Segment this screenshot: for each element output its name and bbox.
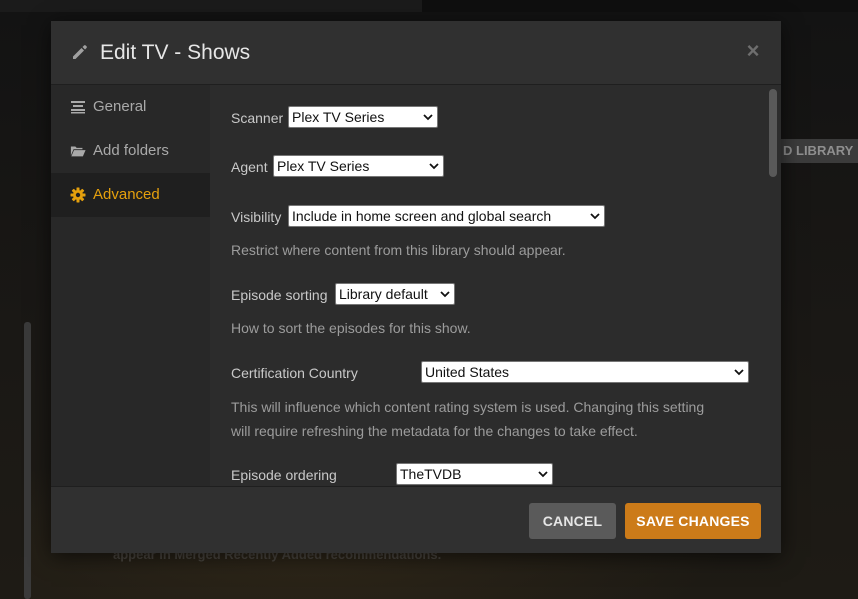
episode-ordering-row: Episode ordering [231, 466, 337, 483]
chevron-down-icon [734, 369, 744, 376]
scanner-row: Scanner [231, 109, 283, 126]
episode-ordering-select-value: TheTVDB [400, 466, 462, 482]
episode-sorting-help-text: How to sort the episodes for this show. [231, 320, 471, 336]
certification-country-select[interactable]: United States [421, 361, 749, 383]
background-top-bar [0, 0, 858, 12]
agent-select-value: Plex TV Series [277, 158, 370, 174]
sidebar-item-advanced[interactable]: Advanced [51, 173, 210, 217]
visibility-help-text: Restrict where content from this library… [231, 242, 566, 258]
gear-icon [70, 187, 86, 203]
chevron-down-icon [429, 163, 439, 170]
chevron-down-icon [538, 471, 548, 478]
modal-title: Edit TV - Shows [100, 41, 251, 64]
settings-content: Scanner Plex TV Series Agent Plex TV Ser… [210, 85, 781, 486]
chevron-down-icon [590, 213, 600, 220]
modal-footer: CANCEL SAVE CHANGES [51, 486, 781, 553]
certification-country-label: Certification Country [231, 365, 358, 382]
modal-header: Edit TV - Shows × [51, 21, 781, 85]
certification-country-help-line: will require refreshing the metadata for… [231, 423, 638, 439]
edit-library-modal: Edit TV - Shows × General Add folders Ad… [51, 21, 781, 553]
sidebar-item-label: General [93, 98, 147, 115]
scanner-select-value: Plex TV Series [292, 109, 385, 125]
agent-select[interactable]: Plex TV Series [273, 155, 444, 177]
list-icon [71, 101, 85, 114]
episode-sorting-label: Episode sorting [231, 287, 328, 304]
certification-country-help-line: This will influence which content rating… [231, 399, 705, 415]
folder-open-icon [70, 146, 86, 157]
certification-country-help-text: This will influence which content rating… [231, 395, 704, 443]
sidebar-item-label: Advanced [93, 186, 160, 203]
sidebar-item-label: Add folders [93, 142, 169, 159]
save-changes-button[interactable]: SAVE CHANGES [625, 503, 761, 539]
scanner-select[interactable]: Plex TV Series [288, 106, 438, 128]
certification-country-row: Certification Country [231, 364, 358, 381]
visibility-row: Visibility [231, 208, 281, 225]
background-add-library-button[interactable]: D LIBRARY [781, 139, 858, 163]
background-top-strip [0, 0, 422, 12]
episode-ordering-select[interactable]: TheTVDB [396, 463, 553, 485]
visibility-select-value: Include in home screen and global search [292, 208, 552, 224]
agent-row: Agent [231, 158, 268, 175]
episode-ordering-label: Episode ordering [231, 467, 337, 484]
content-scrollbar[interactable] [765, 87, 781, 486]
episode-sorting-select-value: Library default [339, 286, 428, 302]
sidebar-item-add-folders[interactable]: Add folders [51, 129, 210, 173]
episode-sorting-select[interactable]: Library default [335, 283, 455, 305]
chevron-down-icon [440, 291, 450, 298]
close-icon[interactable]: × [743, 40, 763, 62]
settings-sidebar: General Add folders Advanced [51, 85, 210, 486]
sidebar-item-general[interactable]: General [51, 85, 210, 129]
background-scrollbar[interactable] [24, 322, 31, 599]
episode-sorting-row: Episode sorting [231, 286, 328, 303]
pencil-icon [73, 45, 87, 59]
scanner-label: Scanner [231, 110, 284, 127]
certification-country-select-value: United States [425, 364, 510, 380]
chevron-down-icon [423, 114, 433, 121]
visibility-label: Visibility [231, 209, 282, 226]
visibility-select[interactable]: Include in home screen and global search [288, 205, 605, 227]
cancel-button[interactable]: CANCEL [529, 503, 616, 539]
agent-label: Agent [231, 159, 268, 176]
content-scrollbar-thumb[interactable] [769, 89, 777, 177]
